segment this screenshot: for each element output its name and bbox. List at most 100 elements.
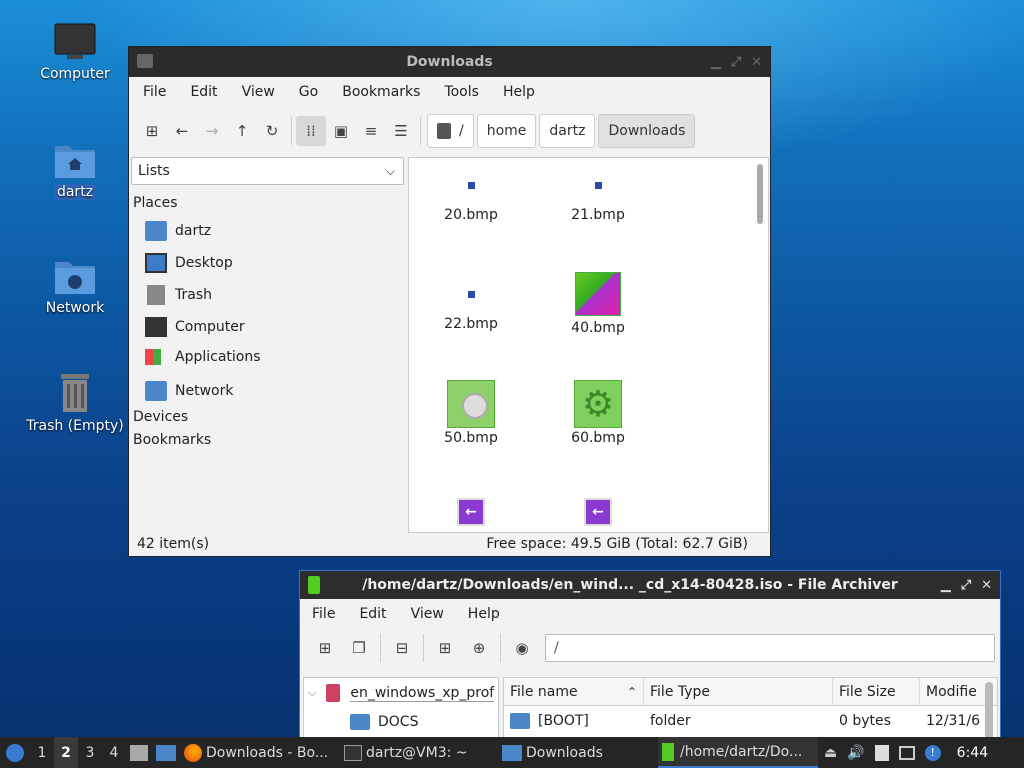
menu-help[interactable]: Help — [491, 84, 547, 100]
menu-edit[interactable]: Edit — [178, 84, 229, 100]
desktop-icon-trash[interactable]: Trash (Empty) — [20, 372, 130, 434]
workspace-4[interactable]: 4 — [102, 737, 126, 768]
menu-bookmarks[interactable]: Bookmarks — [330, 84, 432, 100]
task-archiver[interactable]: /home/dartz/Do... — [658, 737, 818, 768]
up-button[interactable]: ↑ — [227, 116, 257, 146]
side-pane-selector[interactable]: Lists ⌵ — [131, 157, 404, 185]
menu-view[interactable]: View — [399, 606, 456, 622]
file-view[interactable]: 20.bmp 21.bmp 22.bmp 40.bmp 50.bmp ⚙ 60.b… — [408, 157, 769, 533]
stop-button[interactable]: ◉ — [505, 633, 539, 663]
add-folder-button[interactable]: ⊕ — [462, 633, 496, 663]
column-file-name[interactable]: File name ⌃ — [504, 678, 644, 705]
desktop-icon-network[interactable]: Network — [20, 256, 130, 316]
desktop-icon-dartz[interactable]: dartz — [20, 140, 130, 200]
computer-icon — [145, 317, 167, 337]
place-trash[interactable]: Trash — [145, 285, 212, 305]
icon-view-button[interactable]: ⁞⁞ — [296, 116, 326, 146]
reload-button[interactable]: ↻ — [257, 116, 287, 146]
chevron-down-icon: ⌵ — [308, 686, 317, 699]
section-bookmarks[interactable]: Bookmarks — [133, 432, 211, 448]
back-button[interactable]: ← — [167, 116, 197, 146]
maximize-icon[interactable]: ⤢ — [731, 55, 741, 70]
place-desktop[interactable]: Desktop — [145, 253, 233, 273]
section-places: Places — [133, 195, 178, 211]
minimize-icon[interactable]: ▁ — [941, 578, 951, 593]
path-input[interactable]: / — [545, 634, 995, 662]
thumbnail-view-button[interactable]: ▣ — [326, 116, 356, 146]
breadcrumb-dartz[interactable]: dartz — [539, 114, 596, 148]
detailed-view-button[interactable]: ☰ — [386, 116, 416, 146]
close-icon[interactable]: ✕ — [981, 578, 992, 593]
new-archive-button[interactable]: ⊞ — [308, 633, 342, 663]
close-icon[interactable]: ✕ — [751, 55, 762, 70]
breadcrumb-home[interactable]: home — [476, 114, 537, 148]
menu-edit[interactable]: Edit — [347, 606, 398, 622]
new-tab-button[interactable]: ⊞ — [137, 116, 167, 146]
task-downloads[interactable]: Downloads — [498, 737, 658, 768]
workspace-3[interactable]: 3 — [78, 737, 102, 768]
extract-button[interactable]: ⊟ — [385, 633, 419, 663]
menu-view[interactable]: View — [230, 84, 287, 100]
show-desktop-button[interactable] — [126, 737, 152, 768]
menu-help[interactable]: Help — [456, 606, 512, 622]
menu-file[interactable]: File — [300, 606, 347, 622]
workspace-2[interactable]: 2 — [54, 737, 78, 768]
column-modified[interactable]: Modifie — [920, 678, 990, 705]
table-row[interactable]: [BOOT] folder 0 bytes 12/31/69 — [504, 706, 997, 736]
place-network[interactable]: Network — [145, 381, 233, 401]
folder-icon — [350, 714, 370, 730]
workspace-1[interactable]: 1 — [30, 737, 54, 768]
column-file-size[interactable]: File Size — [833, 678, 920, 705]
open-archive-button[interactable]: ❐ — [342, 633, 376, 663]
tree-item-archive[interactable]: ⌵ en_windows_xp_prof — [308, 684, 495, 702]
add-files-button[interactable]: ⊞ — [428, 633, 462, 663]
maximize-icon[interactable]: ⤢ — [961, 578, 971, 593]
desktop-icon-computer[interactable]: Computer — [20, 22, 130, 82]
network-icon[interactable] — [898, 745, 915, 760]
toolbar-separator — [420, 117, 421, 145]
toolbar-separator — [291, 117, 292, 145]
forward-button[interactable]: → — [197, 116, 227, 146]
start-menu-button[interactable] — [0, 737, 30, 768]
file-item[interactable]: 22.bmp — [423, 287, 519, 332]
compact-view-button[interactable]: ≡ — [356, 116, 386, 146]
eject-icon[interactable]: ⏏ — [824, 745, 837, 761]
back-arrow-icon: ← — [457, 498, 485, 526]
file-list: File name ⌃ File Type File Size Modifie [… — [503, 677, 998, 739]
menu-file[interactable]: File — [131, 84, 178, 100]
file-item[interactable]: 40.bmp — [550, 272, 646, 336]
item-count: 42 item(s) — [137, 536, 210, 552]
titlebar[interactable]: /home/dartz/Downloads/en_wind... _cd_x14… — [300, 571, 1000, 599]
breadcrumb-downloads[interactable]: Downloads — [598, 114, 696, 148]
vertical-scrollbar[interactable] — [985, 682, 993, 739]
section-devices[interactable]: Devices — [133, 409, 188, 425]
free-space: Free space: 49.5 GiB (Total: 62.7 GiB) — [486, 536, 748, 552]
menu-go[interactable]: Go — [287, 84, 330, 100]
file-item[interactable]: ⚙ 60.bmp — [550, 380, 646, 446]
breadcrumb-root[interactable]: / — [427, 114, 474, 148]
clock[interactable]: 6:44 — [957, 745, 988, 761]
menu-tools[interactable]: Tools — [432, 84, 491, 100]
place-computer[interactable]: Computer — [145, 317, 245, 337]
software-box-icon — [447, 380, 495, 428]
update-notifier-icon[interactable]: ! — [924, 744, 941, 761]
file-item[interactable]: 20.bmp — [423, 178, 519, 223]
place-dartz[interactable]: dartz — [145, 221, 211, 241]
sidebar: Lists ⌵ Places dartz Desktop Trash Compu… — [131, 155, 406, 535]
task-terminal[interactable]: dartz@VM3: ~ — [340, 737, 498, 768]
place-applications[interactable]: Applications — [145, 349, 261, 365]
volume-icon[interactable]: 🔊 — [847, 745, 864, 761]
file-item[interactable]: 50.bmp — [423, 380, 519, 446]
clipboard-icon[interactable] — [874, 744, 889, 761]
tree-item-docs[interactable]: DOCS — [350, 714, 418, 730]
minimize-icon[interactable]: ▁ — [711, 55, 721, 70]
vertical-scrollbar[interactable] — [757, 164, 763, 224]
launcher-folder[interactable] — [152, 737, 180, 768]
task-firefox[interactable]: Downloads - Bo... — [180, 737, 340, 768]
column-file-type[interactable]: File Type — [644, 678, 833, 705]
trash-icon — [61, 374, 89, 412]
folder-icon — [502, 744, 522, 761]
titlebar[interactable]: Downloads ▁ ⤢ ✕ — [129, 47, 770, 77]
list-header: File name ⌃ File Type File Size Modifie — [504, 678, 997, 706]
file-item[interactable]: 21.bmp — [550, 178, 646, 223]
